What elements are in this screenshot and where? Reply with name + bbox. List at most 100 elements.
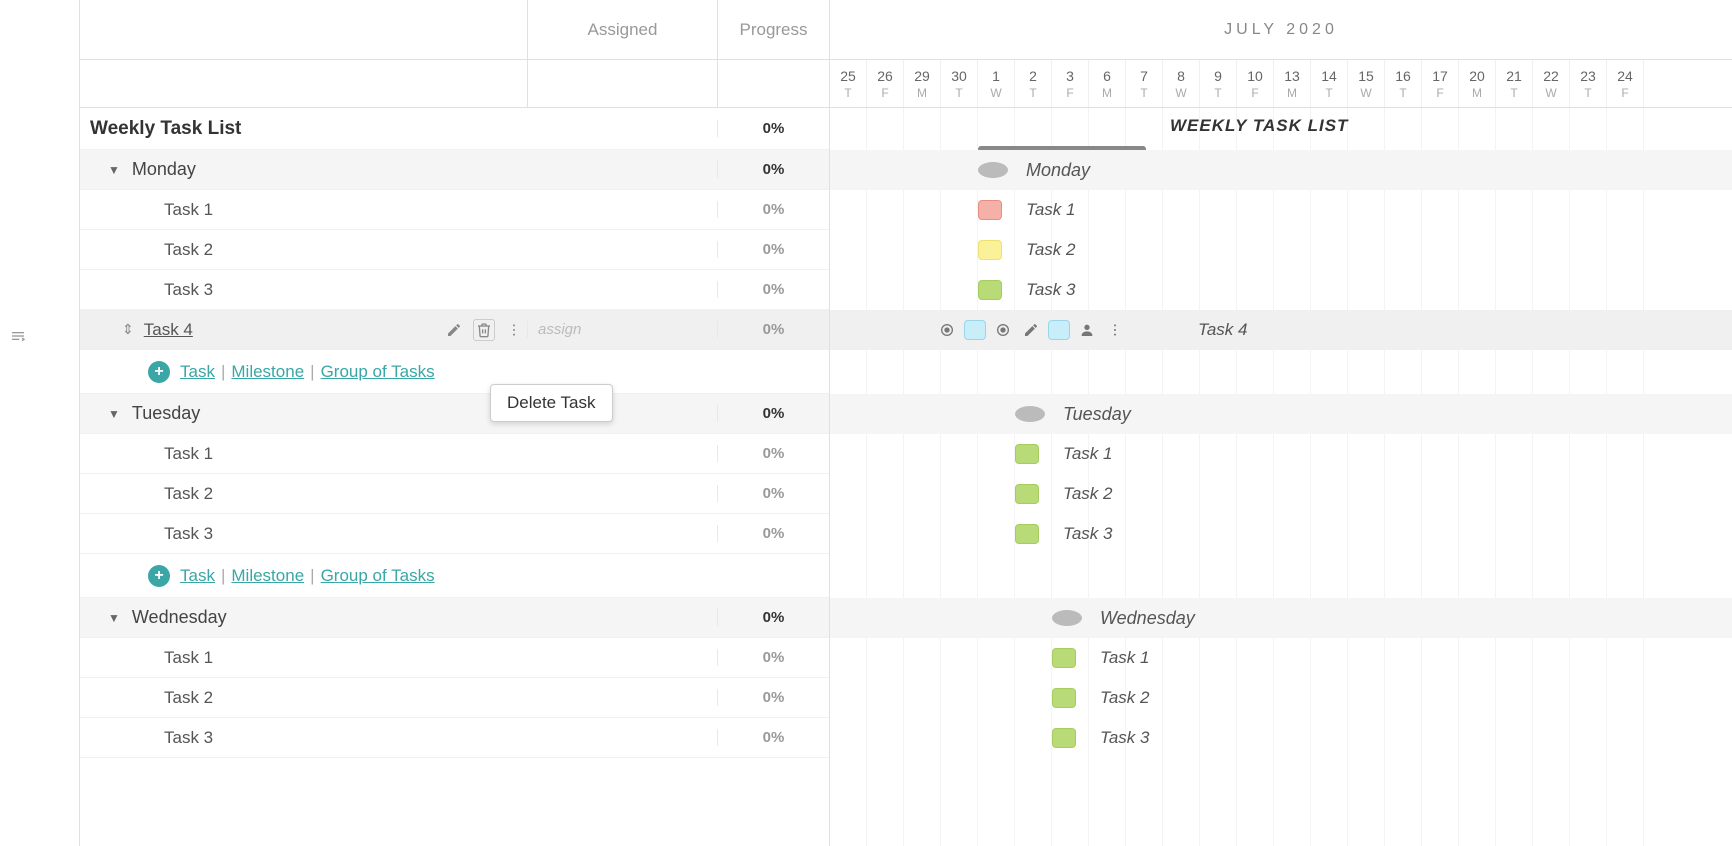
day-column[interactable]: 29M	[904, 60, 941, 107]
day-column[interactable]: 23T	[1570, 60, 1607, 107]
gantt-task-label: Task 1	[1063, 444, 1112, 464]
day-column[interactable]: 16T	[1385, 60, 1422, 107]
task-name[interactable]: Task 3	[90, 280, 213, 300]
gantt-task-bar[interactable]	[978, 280, 1002, 300]
chevron-down-icon[interactable]: ▼	[108, 611, 120, 625]
chevron-down-icon[interactable]: ▼	[108, 163, 120, 177]
day-column[interactable]: 20M	[1459, 60, 1496, 107]
task-panel: Assigned Progress Weekly Task List0%▼Mon…	[80, 0, 830, 846]
task-row[interactable]: Task 20%	[80, 230, 829, 270]
day-column[interactable]: 15W	[1348, 60, 1385, 107]
task-row[interactable]: Task 30%	[80, 718, 829, 758]
edit-icon[interactable]	[443, 319, 465, 341]
add-group-link[interactable]: Group of Tasks	[321, 362, 435, 382]
header-progress[interactable]: Progress	[717, 0, 829, 59]
target-left-icon[interactable]	[936, 319, 958, 341]
add-plus-icon[interactable]: +	[148, 565, 170, 587]
task-row[interactable]: Task 20%	[80, 474, 829, 514]
day-column[interactable]: 2T	[1015, 60, 1052, 107]
task-row[interactable]: Task 20%	[80, 678, 829, 718]
row-settings-icon[interactable]	[10, 328, 26, 349]
subheader-row	[80, 60, 829, 108]
menu-delete-task[interactable]: Delete Task	[507, 393, 596, 412]
add-milestone-link[interactable]: Milestone	[231, 566, 304, 586]
day-column[interactable]: 10F	[1237, 60, 1274, 107]
day-column[interactable]: 30T	[941, 60, 978, 107]
gantt-task-bar[interactable]	[1015, 484, 1039, 504]
day-column[interactable]: 9T	[1200, 60, 1237, 107]
day-column[interactable]: 25T	[830, 60, 867, 107]
day-number: 22	[1533, 68, 1569, 84]
task-name[interactable]: Task 2	[90, 688, 213, 708]
day-number: 14	[1311, 68, 1347, 84]
color-swatch-icon[interactable]	[1048, 320, 1070, 340]
add-milestone-link[interactable]: Milestone	[231, 362, 304, 382]
gantt-task-bar[interactable]	[1015, 524, 1039, 544]
gantt-task-bar[interactable]	[1015, 444, 1039, 464]
day-column[interactable]: 13M	[1274, 60, 1311, 107]
target-right-icon[interactable]	[992, 319, 1014, 341]
gantt-task-bar[interactable]	[1052, 728, 1076, 748]
assign-person-icon[interactable]	[1076, 319, 1098, 341]
trash-icon[interactable]	[473, 319, 495, 341]
task-progress: 0%	[717, 649, 829, 666]
day-letter: F	[1237, 86, 1273, 100]
group-row[interactable]: ▼Tuesday0%	[80, 394, 829, 434]
task-row[interactable]: Task 30%	[80, 270, 829, 310]
gantt-group-marker[interactable]	[978, 162, 1008, 178]
more-icon[interactable]	[1104, 319, 1126, 341]
add-task-link[interactable]: Task	[180, 566, 215, 586]
day-column[interactable]: 14T	[1311, 60, 1348, 107]
task-name[interactable]: Task 1	[90, 444, 213, 464]
task-name[interactable]: Task 1	[90, 200, 213, 220]
task-row[interactable]: Task 30%	[80, 514, 829, 554]
gantt-group-marker[interactable]	[1052, 610, 1082, 626]
day-column[interactable]: 26F	[867, 60, 904, 107]
more-icon[interactable]	[503, 319, 525, 341]
project-title-row[interactable]: Weekly Task List0%	[80, 108, 829, 150]
drag-handle-icon[interactable]: ⇕	[122, 321, 134, 338]
group-row[interactable]: ▼Wednesday0%	[80, 598, 829, 638]
context-menu[interactable]: Delete Task	[490, 384, 613, 422]
day-column[interactable]: 7T	[1126, 60, 1163, 107]
day-column[interactable]: 17F	[1422, 60, 1459, 107]
task-name[interactable]: Task 2	[90, 240, 213, 260]
gantt-task-bar[interactable]	[978, 200, 1002, 220]
edit-icon[interactable]	[1020, 319, 1042, 341]
gantt-task-bar[interactable]	[1052, 688, 1076, 708]
add-plus-icon[interactable]: +	[148, 361, 170, 383]
add-group-link[interactable]: Group of Tasks	[321, 566, 435, 586]
day-column[interactable]: 6M	[1089, 60, 1126, 107]
day-column[interactable]: 8W	[1163, 60, 1200, 107]
group-row[interactable]: ▼Monday0%	[80, 150, 829, 190]
day-column[interactable]: 3F	[1052, 60, 1089, 107]
day-number: 21	[1496, 68, 1532, 84]
gantt-group-marker[interactable]	[1015, 406, 1045, 422]
day-column[interactable]: 21T	[1496, 60, 1533, 107]
task-row[interactable]: Task 10%	[80, 434, 829, 474]
day-column[interactable]: 24F	[1607, 60, 1644, 107]
task-name[interactable]: Task 3	[90, 728, 213, 748]
day-letter: M	[904, 86, 940, 100]
day-column[interactable]: 22W	[1533, 60, 1570, 107]
day-column[interactable]: 1W	[978, 60, 1015, 107]
chevron-down-icon[interactable]: ▼	[108, 407, 120, 421]
task-name[interactable]: Task 1	[90, 648, 213, 668]
task-row[interactable]: Task 10%	[80, 190, 829, 230]
task-row[interactable]: Task 1 0%	[80, 638, 829, 678]
assigned-cell[interactable]: assign	[527, 321, 717, 338]
task-row[interactable]: ⇕Task 4assign0%	[80, 310, 829, 350]
day-letter: T	[941, 86, 977, 100]
gantt-group-label: Wednesday	[1100, 608, 1195, 629]
task-name[interactable]: Task 3	[90, 524, 213, 544]
group-progress: 0%	[717, 609, 829, 626]
gantt-task-bar[interactable]	[964, 320, 986, 340]
task-name[interactable]: Task 2	[90, 484, 213, 504]
day-number: 3	[1052, 68, 1088, 84]
day-letter: W	[1163, 86, 1199, 100]
task-name[interactable]: Task 4	[144, 320, 193, 340]
gantt-task-bar[interactable]	[1052, 648, 1076, 668]
header-assigned[interactable]: Assigned	[527, 0, 717, 59]
gantt-task-bar[interactable]	[978, 240, 1002, 260]
add-task-link[interactable]: Task	[180, 362, 215, 382]
